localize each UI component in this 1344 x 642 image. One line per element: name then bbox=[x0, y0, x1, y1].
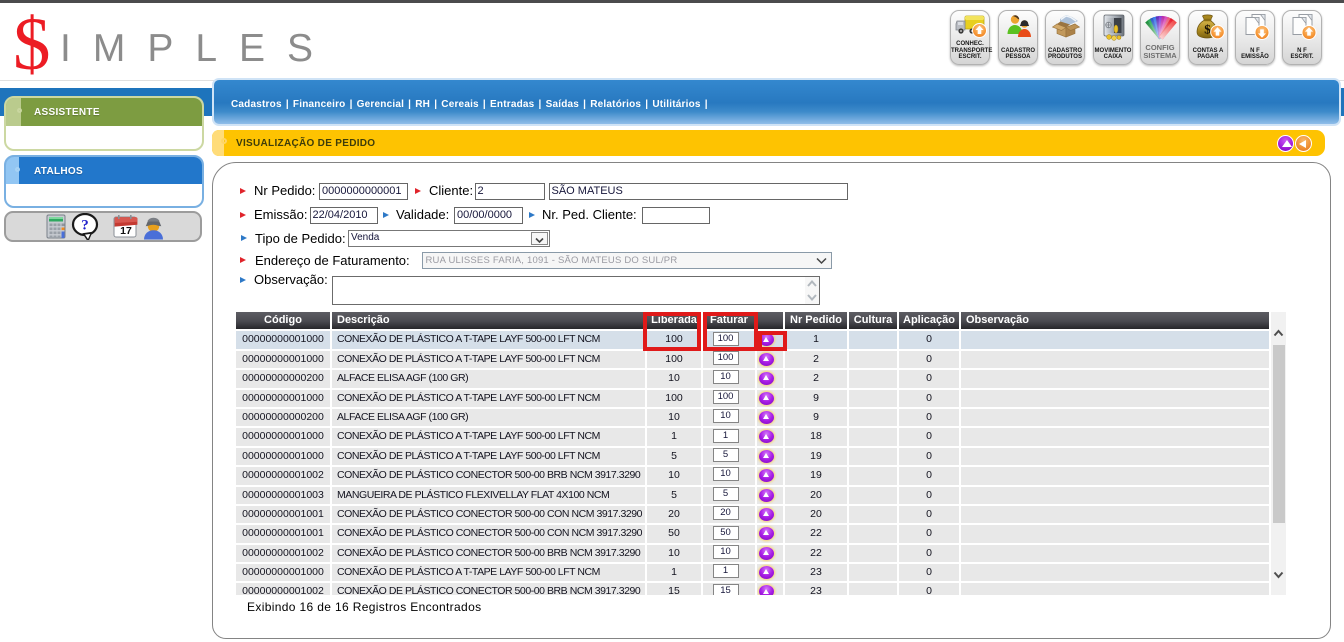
svg-text:17: 17 bbox=[120, 225, 132, 237]
svg-text:?: ? bbox=[81, 218, 89, 234]
svg-text:$: $ bbox=[1204, 22, 1211, 37]
